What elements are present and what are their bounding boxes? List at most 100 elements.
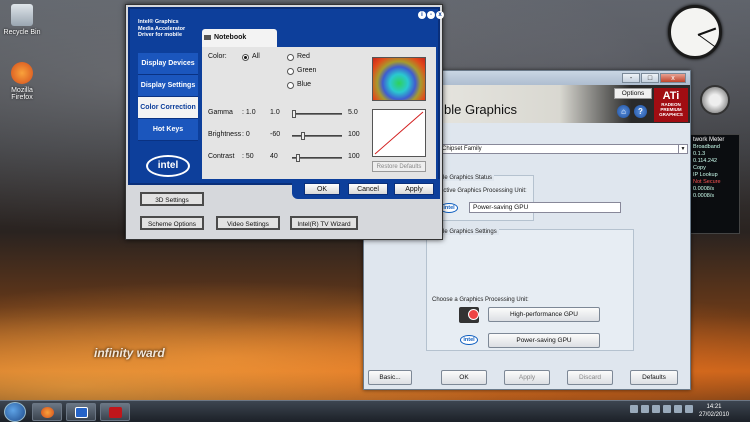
radio-all-label: All — [252, 53, 260, 60]
netmeter-line: Not Secure — [693, 179, 721, 185]
taskbar-intel[interactable] — [66, 403, 96, 421]
netmeter-line[interactable]: IP Lookup — [693, 172, 737, 179]
gamma-max: 5.0 — [348, 109, 358, 116]
intel-icon: intel — [460, 335, 478, 345]
radio-red-label: Red — [297, 53, 310, 60]
taskbar-ati[interactable] — [100, 403, 130, 421]
close-button[interactable]: x — [660, 73, 686, 83]
minimize-icon[interactable]: - — [427, 11, 435, 19]
intel-cancel-button[interactable]: Cancel — [348, 183, 388, 195]
taskbar-firefox[interactable] — [32, 403, 62, 421]
netmeter-line: 0.114.242 — [693, 158, 718, 164]
clock-minute-hand — [698, 34, 717, 48]
nav-hot-keys[interactable]: Hot Keys — [138, 119, 198, 141]
tab-notebook-label: Notebook — [214, 34, 247, 41]
brightness-max: 100 — [348, 131, 360, 138]
network-icon[interactable] — [663, 405, 671, 413]
nav-display-settings[interactable]: Display Settings — [138, 75, 198, 97]
recycle-bin-label: Recycle Bin — [3, 29, 41, 36]
volume-icon[interactable] — [685, 405, 693, 413]
netmeter-line: Broadband — [693, 144, 720, 150]
contrast-value: 40 — [270, 153, 278, 160]
chevron-down-icon: ▼ — [678, 145, 687, 153]
scheme-options-button[interactable]: Scheme Options — [140, 216, 204, 230]
home-icon[interactable]: ⌂ — [617, 105, 630, 118]
nav-color-correction[interactable]: Color Correction — [138, 97, 198, 119]
brightness-slider[interactable] — [292, 132, 342, 140]
gamma-label: Gamma — [208, 109, 233, 116]
high-performance-gpu-button[interactable]: High-performance GPU — [488, 307, 600, 322]
clock-date: 27/02/2010 — [699, 412, 730, 418]
radio-all[interactable] — [242, 54, 249, 61]
notebook-icon — [204, 35, 211, 40]
clock-gadget[interactable] — [668, 5, 722, 59]
color-preview — [372, 57, 426, 101]
intel-logo: intel — [146, 155, 190, 177]
firefox-icon — [11, 62, 33, 84]
taskbar-clock[interactable]: 14:21 27/02/2010 — [699, 403, 729, 419]
nav-display-devices[interactable]: Display Devices — [138, 53, 198, 75]
intel-action-bar: OK Cancel Apply — [292, 179, 440, 199]
intel-apply-button[interactable]: Apply — [394, 183, 434, 195]
brightness-label: Brightness — [208, 131, 242, 138]
discard-button[interactable]: Discard — [567, 370, 613, 385]
notebook-content: Color: All Red Green Blue Gamma : 1.0 1.… — [202, 47, 436, 179]
power-saving-gpu-button[interactable]: Power-saving GPU — [488, 333, 600, 348]
ok-button[interactable]: OK — [441, 370, 487, 385]
tv-wizard-button[interactable]: Intel(R) TV Wizard — [290, 216, 358, 230]
recycle-bin-icon[interactable]: Recycle Bin — [0, 4, 44, 36]
options-menu[interactable]: Options — [614, 88, 652, 99]
gamma-value: 1.0 — [270, 109, 280, 116]
close-icon[interactable]: x — [436, 11, 444, 19]
ati-logo-subtext: RADEON PREMIUM GRAPHICS — [659, 102, 683, 117]
radio-blue-label: Blue — [297, 81, 312, 88]
brightness-value: -60 — [270, 131, 281, 138]
intel-panel: Intel® Graphics Media Accelerator Driver… — [128, 7, 444, 185]
gamma-slider-thumb[interactable] — [292, 110, 296, 118]
apply-button[interactable]: Apply — [504, 370, 550, 385]
minimize-button[interactable]: - — [622, 73, 640, 83]
network-meter-gadget[interactable]: twork Meter Broadband 0.1.3 0.114.242 Co… — [690, 134, 740, 234]
ati-app-icon — [109, 407, 122, 418]
netmeter-line: 0.0008/s — [693, 193, 715, 199]
contrast-label: Contrast — [208, 153, 235, 160]
tab-notebook[interactable]: Notebook — [202, 29, 277, 47]
ati-logo: ATi RADEON PREMIUM GRAPHICS — [654, 88, 688, 122]
tray-icon[interactable] — [630, 405, 638, 413]
firefox-label: Mozilla Firefox — [11, 87, 33, 101]
contrast-max: 100 — [348, 153, 360, 160]
help-icon[interactable]: ? — [634, 105, 647, 118]
brightness-slider-thumb[interactable] — [301, 132, 305, 140]
current-gpu-field: Power-saving GPU — [469, 202, 621, 213]
intel-ok-button[interactable]: OK — [304, 183, 340, 195]
defaults-button[interactable]: Defaults — [630, 370, 678, 385]
radio-blue[interactable] — [287, 82, 294, 89]
basic-button[interactable]: Basic... — [368, 370, 412, 385]
cpu-gauge-gadget[interactable] — [700, 85, 730, 115]
battery-icon[interactable] — [674, 405, 682, 413]
firefox-desktop-icon[interactable]: Mozilla Firefox — [0, 62, 44, 101]
taskbar: 14:21 27/02/2010 — [0, 400, 750, 422]
performance-gpu-icon — [459, 307, 479, 323]
restore-defaults-button[interactable]: Restore Defaults — [372, 161, 426, 172]
gamma-slider[interactable] — [292, 110, 342, 118]
tray-icon[interactable] — [652, 405, 660, 413]
intel-app-icon — [75, 407, 88, 418]
gamma-curve — [372, 109, 426, 157]
info-icon[interactable]: i — [418, 11, 426, 19]
maximize-button[interactable]: □ — [641, 73, 659, 83]
chipset-select[interactable]: ress Chipset Family ▼ — [426, 144, 688, 154]
start-button[interactable] — [4, 402, 26, 422]
wallpaper-logo: infinity ward — [94, 346, 165, 360]
video-settings-button[interactable]: Video Settings — [216, 216, 280, 230]
contrast-slider-thumb[interactable] — [296, 154, 300, 162]
tray-icon[interactable] — [641, 405, 649, 413]
contrast-slider[interactable] — [292, 154, 342, 162]
radio-red[interactable] — [287, 54, 294, 61]
netmeter-line[interactable]: Copy — [693, 165, 737, 172]
brightness-min: : 0 — [242, 131, 250, 138]
system-tray — [630, 405, 693, 413]
radio-green[interactable] — [287, 68, 294, 75]
3d-settings-button[interactable]: 3D Settings — [140, 192, 204, 206]
gamma-min: : 1.0 — [242, 109, 256, 116]
